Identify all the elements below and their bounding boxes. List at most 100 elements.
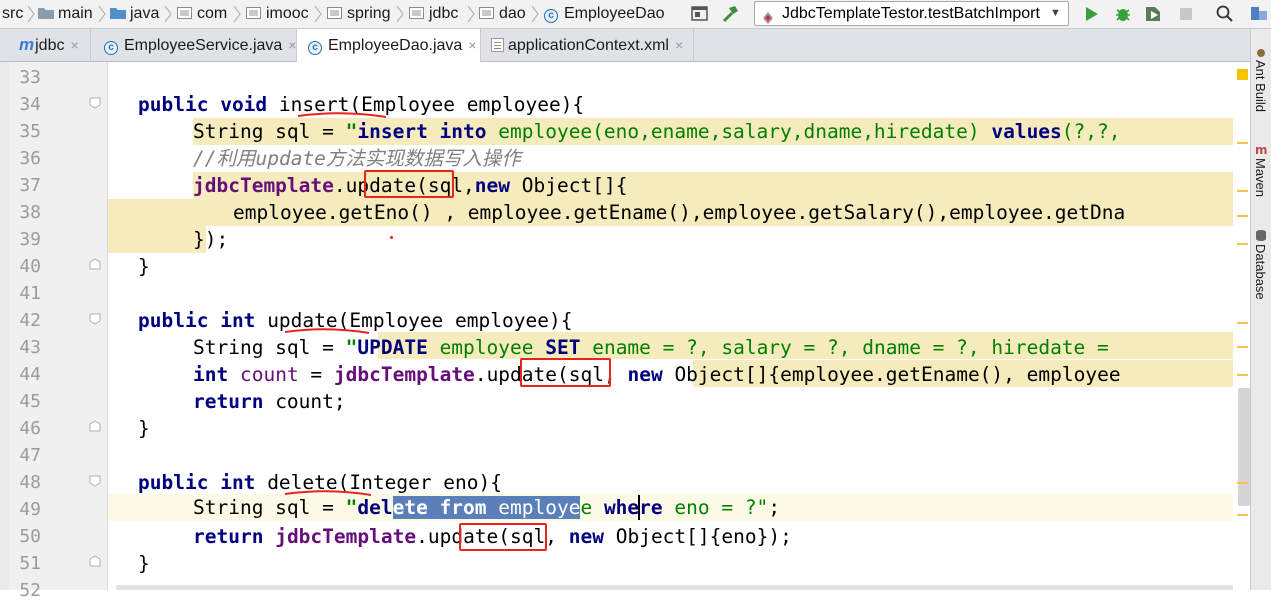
coverage-icon[interactable] bbox=[1143, 4, 1163, 24]
code-text: . bbox=[474, 363, 487, 386]
keyword: new bbox=[474, 174, 511, 197]
warning-mark[interactable] bbox=[1237, 243, 1248, 245]
tab-jdbc[interactable]: mjdbc × bbox=[9, 29, 91, 61]
local-variable: count bbox=[239, 363, 299, 386]
fold-open-icon[interactable] bbox=[89, 475, 101, 487]
code-line-46: } bbox=[138, 415, 150, 442]
warning-mark[interactable] bbox=[1237, 322, 1248, 324]
string-literal: " bbox=[345, 336, 358, 359]
debug-icon[interactable] bbox=[1113, 4, 1133, 24]
java-class-icon: c bbox=[308, 41, 322, 55]
package-icon bbox=[246, 7, 262, 19]
breadcrumb-employeedao[interactable]: c EmployeeDao bbox=[544, 0, 665, 28]
code-text: String sql = bbox=[193, 120, 346, 143]
inspection-status-icon[interactable] bbox=[1237, 69, 1248, 80]
breadcrumb-separator-icon bbox=[163, 5, 173, 23]
breadcrumb-main[interactable]: main bbox=[38, 0, 93, 28]
code-editor[interactable]: public void insert(Employee employee){ S… bbox=[108, 62, 1249, 590]
breadcrumb-dao[interactable]: dao bbox=[479, 0, 526, 28]
tab-employee-service[interactable]: c EmployeeService.java × bbox=[91, 29, 297, 61]
run-configuration-dropdown[interactable]: JdbcTemplateTestor.testBatchImport ▼ bbox=[754, 1, 1069, 26]
breadcrumb-separator-icon bbox=[395, 5, 405, 23]
breadcrumb-com[interactable]: com bbox=[177, 0, 227, 28]
line-number: 45 bbox=[19, 391, 41, 412]
string-literal: ename = ?, salary = ?, dname = ?, hireda… bbox=[580, 336, 1109, 359]
folder-icon bbox=[38, 7, 54, 19]
fold-open-icon[interactable] bbox=[89, 313, 101, 325]
keyword: public bbox=[138, 471, 209, 494]
package-icon bbox=[177, 7, 193, 19]
code-line-38: employee.getEno() , employee.getEname(),… bbox=[233, 199, 1125, 226]
module-icon: m bbox=[19, 35, 35, 54]
tab-application-context[interactable]: applicationContext.xml × bbox=[481, 29, 694, 61]
code-text: . bbox=[333, 174, 346, 197]
line-number: 47 bbox=[19, 445, 41, 466]
keyword: public bbox=[138, 93, 209, 116]
text-selection[interactable]: ete from employe bbox=[392, 496, 581, 519]
warning-mark[interactable] bbox=[1237, 482, 1248, 484]
fold-close-icon[interactable] bbox=[89, 258, 101, 270]
stop-icon[interactable] bbox=[1176, 4, 1196, 24]
warning-mark[interactable] bbox=[1237, 215, 1248, 217]
fold-close-icon[interactable] bbox=[89, 555, 101, 567]
breadcrumb-src[interactable]: src bbox=[2, 0, 23, 28]
keyword: new bbox=[627, 363, 663, 386]
database-icon bbox=[1255, 228, 1267, 241]
code-text: } bbox=[138, 552, 150, 575]
build-hammer-icon[interactable] bbox=[720, 4, 740, 24]
maven-tool-button[interactable]: Maven bbox=[1253, 158, 1268, 197]
warning-mark[interactable] bbox=[1237, 190, 1248, 192]
code-text: } bbox=[138, 255, 150, 278]
keyword: public bbox=[138, 309, 209, 332]
run-icon[interactable] bbox=[1081, 4, 1101, 24]
line-number: 39 bbox=[19, 229, 41, 250]
breadcrumb-java[interactable]: java bbox=[110, 0, 159, 28]
fold-close-icon[interactable] bbox=[89, 420, 101, 432]
package-icon bbox=[327, 7, 343, 19]
code-text: } bbox=[138, 417, 150, 440]
fold-open-icon[interactable] bbox=[89, 97, 101, 109]
breadcrumb-separator-icon bbox=[530, 5, 540, 23]
close-icon[interactable]: × bbox=[468, 37, 476, 53]
warning-mark[interactable] bbox=[1237, 346, 1248, 348]
breadcrumb-separator-icon bbox=[466, 5, 476, 23]
annotation-dot bbox=[390, 236, 393, 239]
line-highlight bbox=[108, 226, 206, 253]
breadcrumb-imooc[interactable]: imooc bbox=[246, 0, 309, 28]
sql-keyword: ete from bbox=[392, 496, 487, 519]
field-reference: jdbcTemplate bbox=[333, 363, 475, 386]
line-number: 42 bbox=[19, 310, 41, 331]
project-structure-icon[interactable] bbox=[1249, 4, 1269, 24]
annotation-box bbox=[364, 170, 454, 198]
database-tool-button[interactable]: Database bbox=[1253, 244, 1268, 300]
breadcrumb-jdbc[interactable]: jdbc bbox=[409, 0, 458, 28]
code-line-49: String sql = "delete from employee where… bbox=[193, 494, 780, 521]
code-text: . bbox=[416, 525, 428, 548]
tab-employee-dao[interactable]: c EmployeeDao.java × bbox=[297, 29, 481, 62]
maven-icon: m bbox=[1255, 142, 1268, 157]
warning-mark[interactable] bbox=[1237, 514, 1248, 516]
close-icon[interactable]: × bbox=[288, 37, 296, 53]
sql-keyword: SET bbox=[545, 336, 581, 359]
breadcrumb-separator-icon bbox=[313, 5, 323, 23]
navigation-bar: src main java com imooc spring jdbc dao … bbox=[0, 0, 1271, 29]
line-number: 40 bbox=[19, 256, 41, 277]
breadcrumb-spring[interactable]: spring bbox=[327, 0, 391, 28]
java-class-icon: c bbox=[104, 41, 118, 55]
line-number: 51 bbox=[19, 553, 41, 574]
annotation-underline bbox=[297, 112, 387, 118]
warning-mark[interactable] bbox=[1237, 142, 1248, 144]
horizontal-scrollbar[interactable] bbox=[116, 585, 1236, 590]
line-number: 43 bbox=[19, 337, 41, 358]
layout-icon[interactable] bbox=[690, 4, 710, 24]
search-icon[interactable] bbox=[1215, 4, 1235, 24]
code-line-40: } bbox=[138, 253, 150, 280]
sql-keyword: values bbox=[991, 120, 1062, 143]
vertical-scrollbar-thumb[interactable] bbox=[1238, 388, 1250, 506]
close-icon[interactable]: × bbox=[675, 37, 683, 53]
close-icon[interactable]: × bbox=[70, 37, 78, 53]
warning-mark[interactable] bbox=[1237, 374, 1248, 376]
package-icon bbox=[409, 7, 425, 19]
code-comment: //利用update方法实现数据写入操作 bbox=[193, 147, 521, 170]
ant-build-tool-button[interactable]: Ant Build bbox=[1253, 60, 1268, 112]
